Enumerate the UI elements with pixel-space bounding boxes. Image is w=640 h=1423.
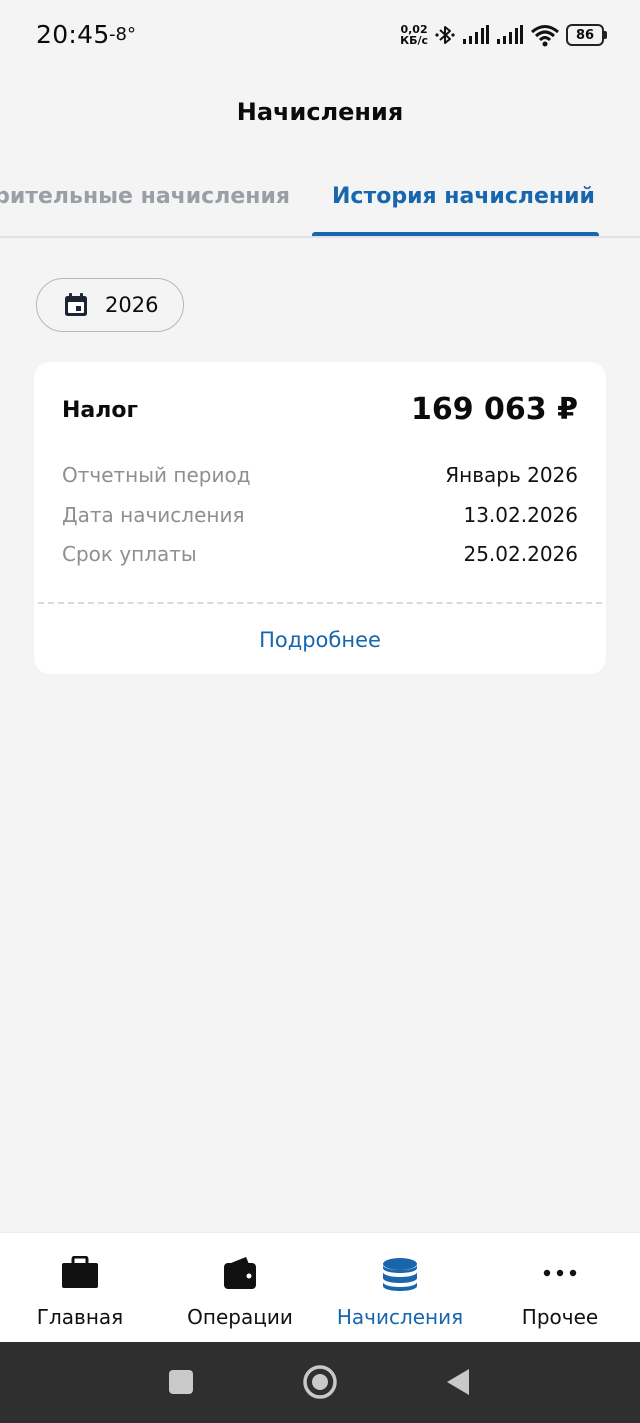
nav-label-home: Главная (36, 1305, 124, 1329)
due-date-value: 25.02.2026 (463, 542, 578, 566)
status-bar: 20:45 -8° 0,02 КБ/с 86 (0, 0, 640, 70)
home-button[interactable] (302, 1364, 338, 1400)
home-circle-icon (303, 1365, 337, 1399)
nav-item-more[interactable]: Прочее (480, 1233, 640, 1343)
wifi-icon (531, 25, 559, 47)
more-dots-icon (543, 1269, 577, 1277)
due-date-label: Срок уплаты (62, 542, 197, 566)
calendar-icon (65, 293, 87, 316)
active-tab-indicator (312, 232, 599, 236)
nav-item-home[interactable]: Главная (0, 1233, 160, 1343)
network-speed: 0,02 КБ/с (400, 24, 428, 46)
charge-date-value: 13.02.2026 (463, 503, 578, 527)
system-navigation-bar (0, 1342, 640, 1423)
bluetooth-icon (435, 26, 455, 44)
nav-label-operations: Операции (187, 1305, 293, 1329)
tab-preliminary-charges[interactable]: Предварительные начисления (0, 184, 290, 209)
charge-amount: 169 063 ₽ (410, 392, 578, 427)
network-speed-unit: КБ/с (400, 34, 428, 47)
nav-label-charges: Начисления (336, 1305, 464, 1329)
nav-label-more: Прочее (521, 1305, 599, 1329)
charge-card: Налог 169 063 ₽ Отчетный период Январь 2… (34, 362, 606, 674)
more-details-link[interactable]: Подробнее (34, 628, 606, 652)
nav-item-operations[interactable]: Операции (160, 1233, 320, 1343)
status-time: 20:45 (36, 20, 110, 49)
bottom-navigation: Главная Операции Начисления Прочее (0, 1232, 640, 1343)
year-filter-chip[interactable]: 2026 (36, 278, 184, 332)
tab-charges-history[interactable]: История начислений (332, 184, 595, 209)
charge-date-label: Дата начисления (62, 503, 245, 527)
charge-title: Налог (62, 398, 138, 423)
card-divider (38, 602, 602, 604)
nav-item-charges[interactable]: Начисления (320, 1233, 480, 1343)
wallet-icon (224, 1257, 256, 1289)
year-filter-value: 2026 (105, 293, 159, 317)
back-button[interactable] (440, 1364, 476, 1400)
back-triangle-icon (447, 1369, 469, 1395)
tabs: Предварительные начисления История начис… (0, 160, 640, 238)
reporting-period-label: Отчетный период (62, 463, 251, 487)
status-temperature: -8° (109, 24, 136, 45)
recents-icon (169, 1370, 193, 1394)
page-title: Начисления (236, 98, 404, 126)
briefcase-icon (62, 1256, 98, 1288)
battery-indicator: 86 (566, 24, 607, 46)
signal-icon (463, 25, 489, 44)
recents-button[interactable] (163, 1364, 199, 1400)
status-icons: 0,02 КБ/с 86 (400, 22, 607, 48)
reporting-period-value: Январь 2026 (445, 463, 578, 487)
coins-stack-icon (383, 1258, 417, 1291)
signal-icon-2 (497, 25, 523, 44)
